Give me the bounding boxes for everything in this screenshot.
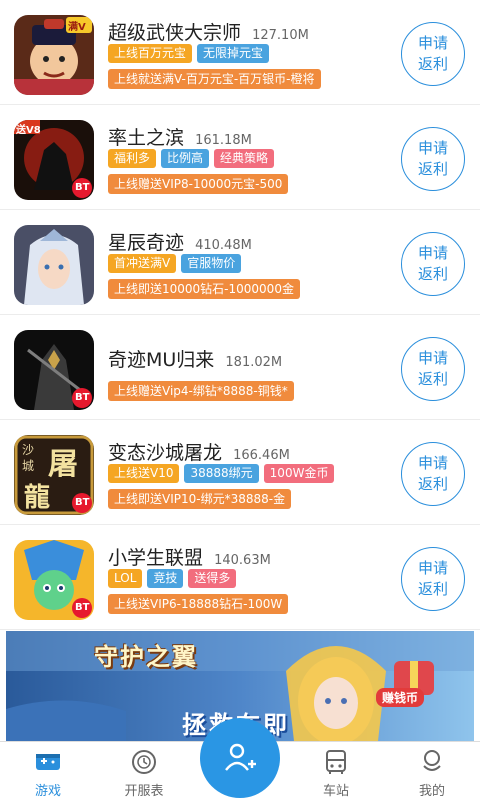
game-size: 161.18M [195, 133, 252, 148]
game-title[interactable]: 小学生联盟 [108, 547, 203, 569]
game-row[interactable]: BT 奇迹MU归来 181.02M 上线赠送Vip4-绑钻*8888-铜钱* 申… [0, 315, 480, 420]
tab-label: 开服表 [124, 784, 164, 799]
promo-label: 上线赠送VIP8-10000元宝-500 [108, 174, 289, 194]
art-text: 沙 [22, 443, 35, 457]
apply-rebate-button[interactable]: 申请 返利 [401, 442, 465, 506]
user-icon [423, 750, 441, 771]
apply-rebate-button[interactable]: 申请 返利 [401, 22, 465, 86]
game-list: 满V 超级武侠大宗师 127.10M 上线百万元宝 无限掉元宝 上线就送满V-百… [0, 0, 480, 630]
game-title[interactable]: 星辰奇迹 [108, 232, 184, 254]
apply-label-line2: 返利 [417, 55, 448, 73]
tag: 比例高 [161, 149, 210, 168]
game-row[interactable]: 星辰奇迹 410.48M 首冲送满V 官服物价 上线即送10000钻石-1000… [0, 210, 480, 315]
tab-station[interactable]: 车站 [296, 742, 376, 800]
apply-rebate-button[interactable]: 申请 返利 [401, 337, 465, 401]
game-title[interactable]: 超级武侠大宗师 [108, 22, 241, 44]
tab-mine[interactable]: 我的 [392, 742, 472, 800]
tag: 官服物价 [181, 254, 242, 273]
game-icon[interactable]: 送V8 BT [14, 120, 94, 200]
tag: 福利多 [108, 149, 157, 168]
promo-badge: 送V8 [16, 125, 41, 136]
bt-badge: BT [75, 182, 90, 193]
apply-label-line2: 返利 [417, 475, 448, 493]
apply-label-line1: 申请 [417, 34, 448, 52]
apply-label-line1: 申请 [417, 139, 448, 157]
apply-label-line2: 返利 [417, 580, 448, 598]
game-title[interactable]: 奇迹MU归来 [108, 349, 214, 371]
apply-label-line1: 申请 [417, 454, 448, 472]
tag: 首冲送满V [108, 254, 177, 273]
apply-label-line2: 返利 [417, 160, 448, 178]
game-row[interactable]: 送V8 BT 率土之滨 161.18M 福利多 比例高 经典策略 上线赠送VIP… [0, 105, 480, 210]
bt-badge: BT [75, 602, 90, 613]
apply-label-line2: 返利 [417, 370, 448, 388]
game-title[interactable]: 率土之滨 [108, 127, 184, 149]
tab-server-schedule[interactable]: 开服表 [104, 742, 184, 800]
art-text: 城 [22, 459, 35, 473]
tag-list: LOL 竞技 送得多 [108, 569, 237, 588]
apply-label-line1: 申请 [417, 559, 448, 577]
promo-badge: 满V [68, 22, 86, 33]
add-friend-icon [225, 743, 256, 771]
add-friend-button[interactable] [200, 718, 280, 798]
game-row[interactable]: 沙 城 屠 龍 BT 变态沙城屠龙 166.46M 上线送V10 38888绑元… [0, 420, 480, 525]
tab-label: 游戏 [34, 784, 61, 799]
promo-label: 上线送VIP6-18888钻石-100W [108, 594, 289, 614]
game-size: 181.02M [225, 355, 283, 370]
tag: 38888绑元 [184, 464, 259, 483]
tag-list: 首冲送满V 官服物价 [108, 254, 242, 273]
tag-list: 福利多 比例高 经典策略 [108, 149, 275, 168]
game-size: 166.46M [233, 448, 290, 463]
game-size: 127.10M [252, 28, 309, 43]
tag: 上线送V10 [108, 464, 180, 483]
art-text: 龍 [24, 483, 51, 513]
game-title[interactable]: 变态沙城屠龙 [108, 442, 222, 464]
game-size: 140.63M [214, 553, 271, 568]
tag: 竞技 [147, 569, 184, 588]
tag-list: 上线百万元宝 无限掉元宝 [108, 44, 270, 63]
promo-label: 上线赠送Vip4-绑钻*8888-铜钱* [108, 381, 294, 401]
game-size: 410.48M [195, 238, 252, 253]
tag-list: 上线送V10 38888绑元 100W金币 [108, 464, 335, 483]
game-icon[interactable]: 沙 城 屠 龍 BT [14, 435, 94, 515]
bt-badge: BT [75, 392, 90, 403]
tab-games[interactable]: 游戏 [8, 742, 88, 800]
banner-title: 守护之翼 [94, 643, 198, 671]
game-icon[interactable]: BT [14, 330, 94, 410]
tag: LOL [108, 569, 143, 588]
tag: 上线百万元宝 [108, 44, 193, 63]
promo-label: 上线就送满V-百万元宝-百万银币-橙将 [108, 69, 321, 89]
apply-label-line1: 申请 [417, 349, 448, 367]
apply-label-line1: 申请 [417, 244, 448, 262]
gamepad-icon [36, 754, 60, 770]
game-icon[interactable] [14, 225, 94, 305]
tab-label: 我的 [418, 784, 445, 799]
tag: 100W金币 [263, 464, 335, 483]
apply-rebate-button[interactable]: 申请 返利 [401, 232, 465, 296]
promo-label: 上线即送10000钻石-1000000金 [108, 279, 300, 299]
apply-rebate-button[interactable]: 申请 返利 [401, 547, 465, 611]
tag: 经典策略 [214, 149, 275, 168]
tab-label: 车站 [322, 784, 349, 799]
apply-label-line2: 返利 [417, 265, 448, 283]
apply-rebate-button[interactable]: 申请 返利 [401, 127, 465, 191]
game-row[interactable]: 满V 超级武侠大宗师 127.10M 上线百万元宝 无限掉元宝 上线就送满V-百… [0, 0, 480, 105]
banner-badge: 赚钱币 [376, 688, 425, 707]
promo-label: 上线即送VIP10-绑元*38888-金 [108, 489, 292, 509]
game-icon[interactable]: 满V [14, 15, 94, 95]
tag: 无限掉元宝 [197, 44, 270, 63]
game-icon[interactable]: BT [14, 540, 94, 620]
bus-icon [326, 750, 346, 774]
art-text: 屠 [48, 447, 78, 482]
game-row[interactable]: BT 小学生联盟 140.63M LOL 竞技 送得多 上线送VIP6-1888… [0, 525, 480, 630]
tag: 送得多 [188, 569, 237, 588]
clock-icon [132, 750, 156, 774]
bt-badge: BT [75, 497, 90, 508]
